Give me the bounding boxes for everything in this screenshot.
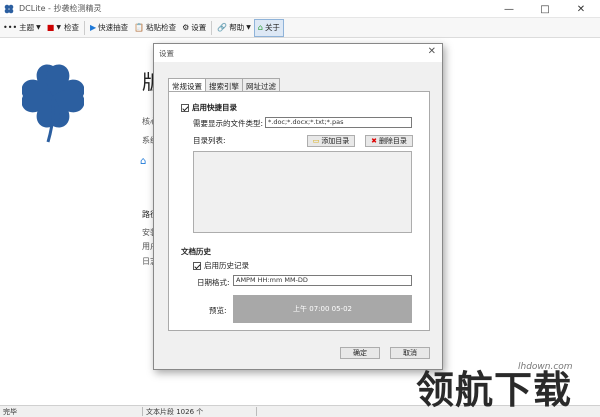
dropdown-arrow-icon: ▼ xyxy=(56,24,61,31)
dialog-title: 设置 xyxy=(159,49,174,58)
enable-quick-dir-checkbox[interactable] xyxy=(181,103,189,112)
enable-history-label: 启用历史记录 xyxy=(204,261,249,270)
quick-sample-button[interactable]: ▶ 快速抽查 xyxy=(87,19,131,37)
delete-x-icon: ✖ xyxy=(371,137,377,145)
play-icon: ▶ xyxy=(89,23,97,32)
status-divider xyxy=(142,407,143,416)
paste-check-label: 粘贴检查 xyxy=(146,23,177,32)
close-dialog-icon[interactable]: ✕ xyxy=(428,46,436,57)
settings-dialog: 设置 ✕ 常规设置 搜索引擎 网址过滤 启用快捷目录 需要显示的文件类型: *.… xyxy=(153,43,443,370)
date-format-label: 日期格式: xyxy=(197,278,230,287)
date-preview-box: 上午 07:00 05-02 xyxy=(233,295,412,323)
help-label: 帮助 xyxy=(229,23,245,32)
enable-history-checkbox[interactable] xyxy=(193,261,201,270)
gear-icon: ⚙ xyxy=(182,23,190,32)
about-button[interactable]: ⌂ 关于 xyxy=(253,18,284,37)
menu-dots-icon: ••• xyxy=(3,23,18,32)
clover-logo xyxy=(22,64,84,143)
delete-directory-label: 删除目录 xyxy=(378,137,407,145)
general-settings-panel: 启用快捷目录 需要显示的文件类型: *.doc;*.docx;*.txt;*.p… xyxy=(168,91,430,331)
app-clover-icon xyxy=(4,4,14,13)
enable-quick-dir-label: 启用快捷目录 xyxy=(192,103,237,112)
help-menu-button[interactable]: 🔗 帮助 ▼ xyxy=(214,19,254,37)
paste-icon: 📋 xyxy=(134,23,145,32)
toolbar-separator xyxy=(83,20,85,35)
window-titlebar: DCLite - 抄袭检测精灵 — □ ✕ xyxy=(0,0,600,18)
main-toolbar: ••• 主题 ▼ ■ ▼ 检查 ▶ 快速抽查 📋 粘贴检查 ⚙ 设置 🔗 帮助 … xyxy=(0,18,600,38)
cancel-button[interactable]: 取消 xyxy=(390,347,430,359)
file-types-input[interactable]: *.doc;*.docx;*.txt;*.pas xyxy=(265,117,412,128)
history-section-title: 文档历史 xyxy=(181,247,211,256)
settings-tabs: 常规设置 搜索引擎 网址过滤 xyxy=(168,78,280,92)
paste-check-button[interactable]: 📋 粘贴检查 xyxy=(131,19,179,37)
quick-sample-label: 快速抽查 xyxy=(98,23,129,32)
folder-icon: ▭ xyxy=(312,137,320,145)
theme-menu-button[interactable]: ••• 主题 ▼ xyxy=(0,19,44,37)
ok-button[interactable]: 确定 xyxy=(340,347,380,359)
delete-directory-button[interactable]: ✖ 删除目录 xyxy=(365,135,413,147)
dir-list-label: 目录列表: xyxy=(193,136,226,145)
file-types-label: 需要显示的文件类型: xyxy=(193,119,264,128)
stop-icon: ■ xyxy=(46,23,55,32)
add-directory-label: 添加目录 xyxy=(321,137,350,145)
add-directory-button[interactable]: ▭ 添加目录 xyxy=(307,135,355,147)
dialog-titlebar: 设置 ✕ xyxy=(154,44,442,62)
minimize-button[interactable]: — xyxy=(492,0,526,18)
status-divider xyxy=(256,407,257,416)
enable-quick-dir-row[interactable]: 启用快捷目录 xyxy=(181,102,237,113)
dropdown-arrow-icon: ▼ xyxy=(36,24,41,31)
date-format-input[interactable]: AMPM HH:mm MM-DD xyxy=(233,275,412,286)
tab-general[interactable]: 常规设置 xyxy=(168,78,206,92)
toolbar-separator xyxy=(211,20,213,35)
enable-history-row[interactable]: 启用历史记录 xyxy=(193,260,249,271)
home-link-icon[interactable]: ⌂ xyxy=(140,156,146,167)
theme-label: 主题 xyxy=(19,23,35,32)
preview-label: 预览: xyxy=(209,306,227,315)
settings-button[interactable]: ⚙ 设置 xyxy=(179,19,209,37)
fragment-count: 文本片段 1026 个 xyxy=(146,408,204,416)
tab-search-engine[interactable]: 搜索引擎 xyxy=(205,78,243,91)
dropdown-arrow-icon: ▼ xyxy=(246,24,251,31)
link-icon: 🔗 xyxy=(217,23,228,32)
tab-url-filter[interactable]: 网址过滤 xyxy=(242,78,280,91)
check-button[interactable]: ■ ▼ 检查 xyxy=(44,19,82,37)
settings-label: 设置 xyxy=(191,23,207,32)
check-label: 检查 xyxy=(63,23,79,32)
status-text: 完毕 xyxy=(3,408,17,416)
maximize-button[interactable]: □ xyxy=(528,0,562,18)
home-icon: ⌂ xyxy=(257,23,263,32)
about-label: 关于 xyxy=(264,23,280,32)
directory-list[interactable] xyxy=(193,151,412,233)
close-window-button[interactable]: ✕ xyxy=(564,0,598,18)
watermark-url: lhdown.com xyxy=(518,362,573,372)
window-title: DCLite - 抄袭检测精灵 xyxy=(19,4,102,13)
